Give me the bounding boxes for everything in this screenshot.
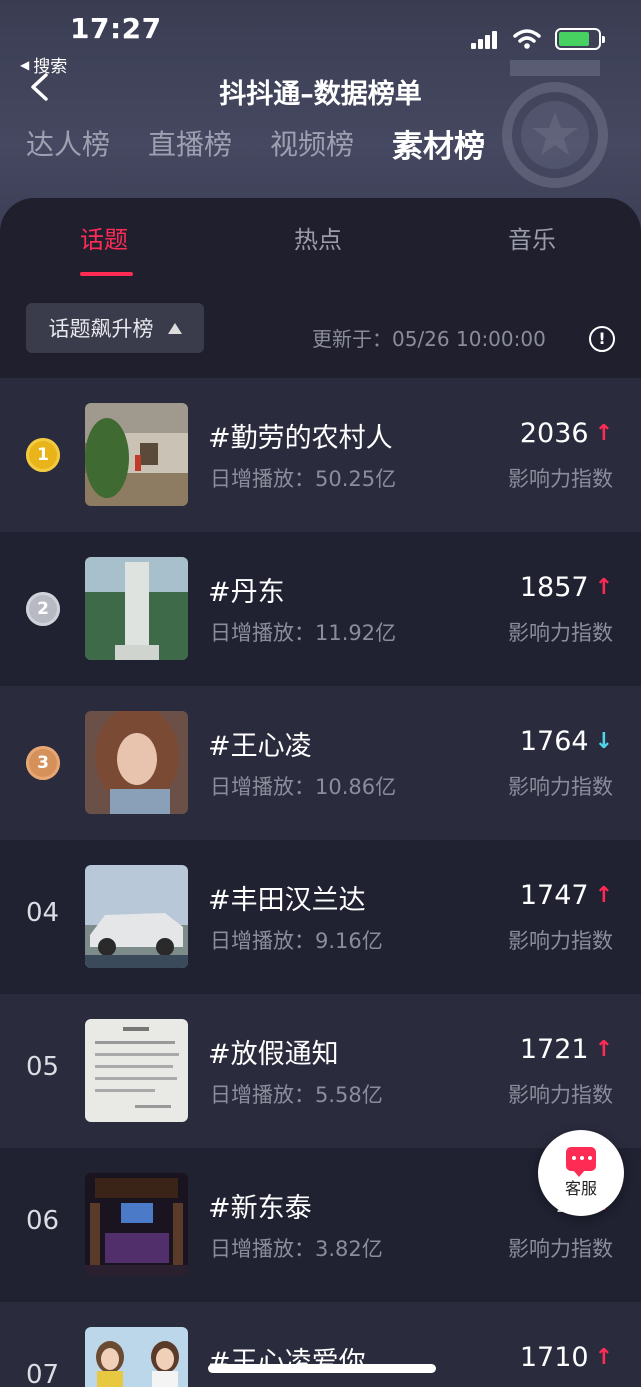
home-indicator[interactable] [208, 1364, 436, 1373]
status-icons [471, 28, 605, 50]
tab-material[interactable]: 素材榜 [392, 121, 485, 166]
customer-service-button[interactable]: 客服 [538, 1130, 624, 1216]
score-value: 1721 [519, 1034, 589, 1065]
score-label: 影响力指数 [508, 621, 613, 645]
thumbnail-image [85, 711, 188, 814]
rank-number: 07 [26, 1360, 60, 1387]
score-value: 1710 [519, 1342, 589, 1373]
tab-video[interactable]: 视频榜 [270, 123, 354, 166]
sub-tabs: 话题 热点 音乐 [0, 220, 641, 280]
list-item[interactable]: 07 #王心凌爱你 1710 ↑ [0, 1302, 641, 1387]
influence-score: 2036 ↑ [520, 418, 613, 449]
list-item[interactable]: 2 #丹东 日增播放：11.92亿 1857 ↑ 影响力指数 [0, 532, 641, 686]
subtab-topic[interactable]: 话题 [80, 220, 128, 255]
topic-title: #勤劳的农村人 [208, 423, 393, 454]
rank-number: 06 [26, 1206, 60, 1236]
trend-down-icon: ↓ [594, 729, 613, 754]
wifi-icon [513, 29, 541, 49]
page-title: 抖抖通–数据榜单 [219, 79, 422, 110]
score-label: 影响力指数 [508, 775, 613, 799]
topic-title: #放假通知 [208, 1039, 339, 1070]
topic-title: #王心凌爱你 [208, 1347, 366, 1378]
trend-up-icon: ↑ [594, 1037, 613, 1062]
back-triangle-icon: ◀ [20, 57, 30, 72]
score-value: 2036 [519, 418, 589, 449]
score-value: 1764 [519, 726, 589, 757]
list-item[interactable]: 05 #放假通知 日增播放：5.58亿 1721 ↑ 影响力指数 [0, 994, 641, 1148]
score-label: 影响力指数 [508, 467, 613, 491]
thumbnail-image [85, 865, 188, 968]
topic-title: #王心凌 [208, 731, 312, 762]
thumbnail-image [85, 403, 188, 506]
daily-plays: 日增播放：5.58亿 [210, 1083, 383, 1107]
subtab-hotspot[interactable]: 热点 [294, 220, 342, 255]
thumbnail-image [85, 1327, 188, 1387]
trend-up-icon: ↑ [594, 575, 613, 600]
daily-plays: 日增播放：11.92亿 [210, 621, 397, 645]
daily-plays: 日增播放：50.25亿 [210, 467, 397, 491]
content-panel: 话题 热点 音乐 话题飙升榜 更新于：05/26 10:00:00 ! 1 #勤… [0, 198, 641, 1387]
score-label: 影响力指数 [508, 1237, 613, 1261]
trend-up-icon: ↑ [594, 1345, 613, 1370]
thumbnail-image [85, 557, 188, 660]
topic-title: #丰田汉兰达 [208, 885, 366, 916]
thumbnail-image [85, 1019, 188, 1122]
influence-score: 1857 ↑ [520, 572, 613, 603]
thumbnail-image [85, 1173, 188, 1276]
rank-number: 05 [26, 1052, 60, 1082]
battery-icon [555, 28, 605, 50]
tab-live[interactable]: 直播榜 [148, 123, 232, 166]
signal-icon [471, 30, 499, 49]
customer-service-label: 客服 [564, 1179, 597, 1198]
score-label: 影响力指数 [508, 1083, 613, 1107]
rank-number: 04 [26, 898, 60, 928]
subtab-underline [80, 272, 133, 276]
list-item[interactable]: 3 #王心凌 日增播放：10.86亿 1764 ↓ 影响力指数 [0, 686, 641, 840]
subtab-music[interactable]: 音乐 [508, 220, 556, 255]
main-tabs: 达人榜 直播榜 视频榜 素材榜 [26, 123, 485, 166]
silver-medal-icon: 2 [26, 592, 60, 626]
trend-up-icon: ↑ [594, 421, 613, 446]
dropdown-value: 话题飙升榜 [48, 317, 154, 341]
score-value: 1747 [519, 880, 589, 911]
topic-title: #新东泰 [208, 1193, 312, 1224]
dropdown-triangle-icon [167, 322, 182, 334]
status-time: 17:27 [70, 12, 162, 45]
update-time: 更新于：05/26 10:00:00 [312, 327, 546, 351]
score-value: 1857 [519, 572, 589, 603]
daily-plays: 日增播放：9.16亿 [210, 929, 383, 953]
ranking-type-dropdown[interactable]: 话题飙升榜 [26, 303, 204, 353]
influence-score: 1764 ↓ [520, 726, 613, 757]
daily-plays: 日增播放：10.86亿 [210, 775, 397, 799]
tab-talent[interactable]: 达人榜 [26, 123, 110, 166]
daily-plays: 日增播放：3.82亿 [210, 1237, 383, 1261]
trend-up-icon: ↑ [594, 883, 613, 908]
influence-score: 1710 ↑ [520, 1342, 613, 1373]
topic-title: #丹东 [208, 577, 285, 608]
rank-list: 1 #勤劳的农村人 日增播放：50.25亿 2036 ↑ 影响力指数 2 #丹东… [0, 378, 641, 1387]
influence-score: 1747 ↑ [520, 880, 613, 911]
list-item[interactable]: 1 #勤劳的农村人 日增播放：50.25亿 2036 ↑ 影响力指数 [0, 378, 641, 532]
bronze-medal-icon: 3 [26, 746, 60, 780]
list-item[interactable]: 04 #丰田汉兰达 日增播放：9.16亿 1747 ↑ 影响力指数 [0, 840, 641, 994]
chat-bubble-icon [566, 1147, 596, 1177]
score-label: 影响力指数 [508, 929, 613, 953]
influence-score: 1721 ↑ [520, 1034, 613, 1065]
gold-medal-icon: 1 [26, 438, 60, 472]
info-icon[interactable]: ! [589, 326, 615, 352]
